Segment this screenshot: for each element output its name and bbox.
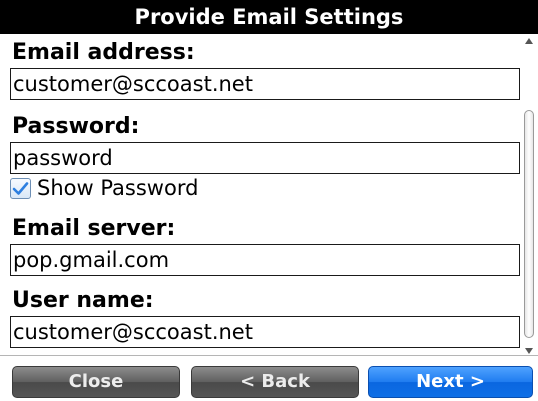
screen-title: Provide Email Settings (0, 0, 538, 34)
user-name-value: customer@sccoast.net (13, 320, 253, 344)
button-bar: Close < Back Next > (0, 355, 538, 401)
settings-form: Email address: customer@sccoast.net Pass… (0, 34, 538, 355)
email-address-value: customer@sccoast.net (13, 72, 253, 96)
email-address-field[interactable]: customer@sccoast.net (10, 68, 520, 100)
email-server-value: pop.gmail.com (13, 248, 170, 272)
email-address-label: Email address: (12, 40, 195, 65)
close-button[interactable]: Close (12, 366, 180, 398)
user-name-label: User name: (12, 288, 154, 313)
scroll-track[interactable] (524, 48, 534, 342)
email-server-label: Email server: (12, 216, 176, 241)
show-password-checkbox[interactable] (10, 177, 31, 199)
password-field[interactable]: password (10, 142, 520, 174)
user-name-field[interactable]: customer@sccoast.net (10, 316, 520, 348)
show-password-option[interactable]: Show Password (10, 175, 198, 201)
vertical-scrollbar[interactable] (524, 38, 536, 354)
password-label: Password: (12, 114, 140, 139)
scroll-down-arrow-icon (525, 348, 533, 354)
email-server-field[interactable]: pop.gmail.com (10, 244, 520, 276)
back-button[interactable]: < Back (191, 366, 359, 398)
scroll-thumb[interactable] (524, 110, 534, 338)
scroll-up-arrow-icon (525, 38, 533, 44)
next-button[interactable]: Next > (368, 366, 533, 398)
show-password-label: Show Password (37, 176, 199, 200)
password-value: password (13, 146, 113, 170)
checkmark-icon (12, 181, 29, 195)
